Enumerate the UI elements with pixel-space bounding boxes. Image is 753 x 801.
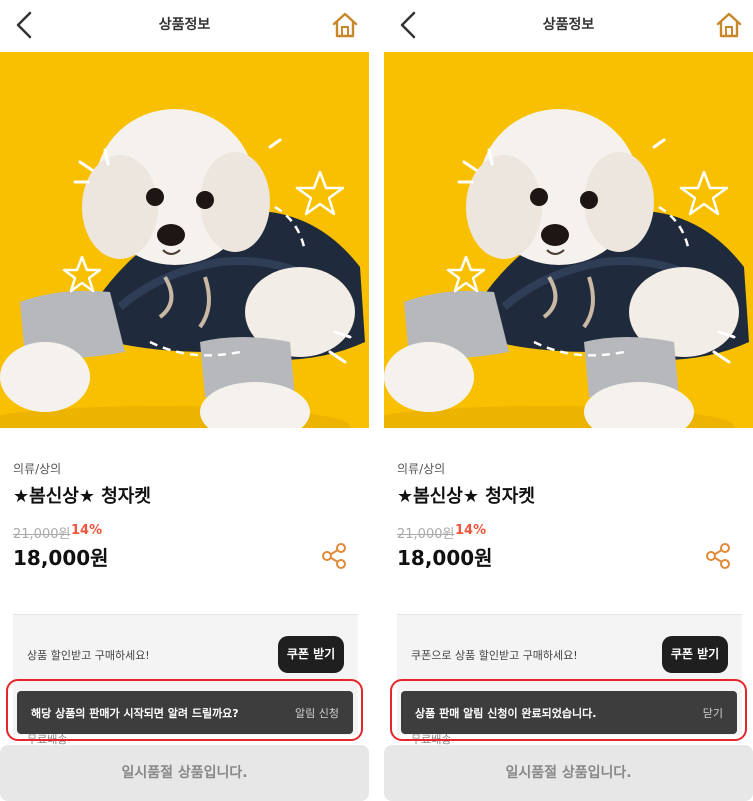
discount-rate: 14% xyxy=(71,523,103,538)
product-name: ★봄신상★ 청자켓 xyxy=(397,486,535,507)
page-title: 상품정보 xyxy=(542,17,595,33)
app-header: 상품정보 xyxy=(0,0,369,52)
home-icon[interactable] xyxy=(715,10,743,40)
highlight-outline xyxy=(6,679,363,741)
app-header: 상품정보 xyxy=(384,0,753,52)
page-title: 상품정보 xyxy=(158,17,211,33)
coupon-text: 상품 할인받고 구매하세요! xyxy=(27,649,150,662)
coupon-text: 쿠폰으로 상품 할인받고 구매하세요! xyxy=(411,649,578,662)
screen-after-alert: 상품정보 의류/상의 ★봄신상★ 청자켓 21,000원 14% 18,000원… xyxy=(384,0,753,801)
product-name: ★봄신상★ 청자켓 xyxy=(13,486,151,507)
product-category: 의류/상의 xyxy=(13,462,62,476)
soldout-bar: 일시품절 상품입니다. xyxy=(384,745,753,801)
share-icon[interactable] xyxy=(704,542,732,570)
sale-price: 18,000원 xyxy=(13,546,109,570)
product-category: 의류/상의 xyxy=(397,462,446,476)
get-coupon-button[interactable]: 쿠폰 받기 xyxy=(662,636,728,673)
original-price: 21,000원 xyxy=(13,527,71,542)
soldout-bar: 일시품절 상품입니다. xyxy=(0,745,369,801)
share-icon[interactable] xyxy=(320,542,348,570)
product-image xyxy=(0,52,369,428)
product-image xyxy=(384,52,753,428)
sale-price: 18,000원 xyxy=(397,546,493,570)
screen-before-alert: 상품정보 의류/상의 ★봄신상★ 청자켓 21,000원 14% 18,000원… xyxy=(0,0,369,801)
original-price: 21,000원 xyxy=(397,527,455,542)
home-icon[interactable] xyxy=(331,10,359,40)
discount-rate: 14% xyxy=(455,523,487,538)
get-coupon-button[interactable]: 쿠폰 받기 xyxy=(278,636,344,673)
highlight-outline xyxy=(390,679,747,741)
